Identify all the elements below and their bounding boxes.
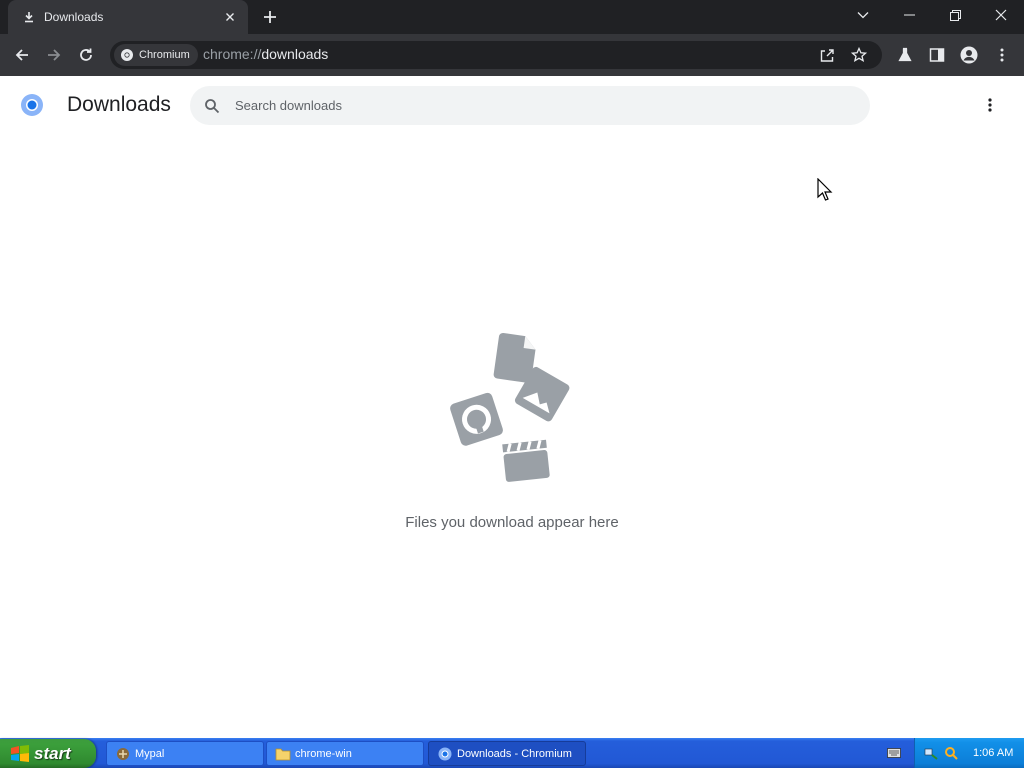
share-button[interactable] xyxy=(816,44,838,66)
restore-icon xyxy=(949,9,961,21)
bookmark-button[interactable] xyxy=(848,44,870,66)
side-panel-button[interactable] xyxy=(923,41,951,69)
kebab-menu-icon xyxy=(988,98,992,112)
task-downloads-chromium[interactable]: Downloads - Chromium xyxy=(428,741,586,766)
labs-flask-icon xyxy=(898,47,912,62)
forward-arrow-icon xyxy=(48,49,61,61)
chromium-logo-icon xyxy=(20,93,44,117)
labs-button[interactable] xyxy=(891,41,919,69)
app-icon xyxy=(450,392,503,446)
minimize-button[interactable] xyxy=(886,0,932,30)
mypal-icon xyxy=(115,746,131,762)
task-label: Mypal xyxy=(135,747,165,760)
mouse-cursor-icon xyxy=(817,178,833,201)
bookmark-star-icon xyxy=(851,47,867,63)
task-chrome-win[interactable]: chrome-win xyxy=(266,741,424,766)
keyboard-icon[interactable] xyxy=(886,745,902,761)
chromium-icon xyxy=(121,49,133,61)
share-icon xyxy=(820,49,834,62)
kebab-menu-icon xyxy=(1000,48,1004,62)
start-button[interactable]: start xyxy=(0,739,96,768)
tab-title: Downloads xyxy=(44,10,104,24)
back-arrow-icon xyxy=(15,49,28,61)
search-magnifier-icon[interactable] xyxy=(943,745,959,761)
tab-strip: Downloads xyxy=(0,0,1024,34)
video-clapper-icon xyxy=(502,439,550,482)
forward-button[interactable] xyxy=(40,41,68,69)
profile-icon xyxy=(960,46,978,64)
url-text[interactable]: chrome://downloads xyxy=(203,46,328,62)
new-tab-button[interactable] xyxy=(258,5,282,29)
close-icon xyxy=(995,9,1007,21)
search-input[interactable] xyxy=(235,98,835,113)
task-label: Downloads - Chromium xyxy=(457,747,572,760)
search-icon xyxy=(205,98,220,113)
side-panel-icon xyxy=(929,48,945,62)
browser-menu-button[interactable] xyxy=(988,41,1016,69)
system-tray: 1:06 AM xyxy=(914,738,1024,768)
download-icon xyxy=(22,10,36,24)
restore-button[interactable] xyxy=(932,0,978,30)
start-label: start xyxy=(34,743,71,763)
site-chip-label: Chromium xyxy=(139,49,190,61)
reload-button[interactable] xyxy=(72,41,100,69)
plus-icon xyxy=(264,11,276,23)
url-host: downloads xyxy=(261,46,329,62)
page-title: Downloads xyxy=(67,93,171,116)
back-button[interactable] xyxy=(8,41,36,69)
profile-button[interactable] xyxy=(955,41,983,69)
empty-downloads-illustration xyxy=(450,333,570,482)
close-window-button[interactable] xyxy=(978,0,1024,30)
tab-downloads[interactable]: Downloads xyxy=(8,0,248,34)
windows-flag-icon xyxy=(11,744,29,762)
tab-close-icon[interactable] xyxy=(222,9,238,25)
chromium-icon xyxy=(437,746,453,762)
empty-state-message: Files you download appear here xyxy=(405,514,619,531)
tab-search-button[interactable] xyxy=(840,0,886,30)
reload-icon xyxy=(80,48,92,61)
search-box[interactable] xyxy=(190,86,870,125)
task-label: chrome-win xyxy=(295,747,352,760)
task-mypal[interactable]: Mypal xyxy=(106,741,264,766)
chevron-down-icon xyxy=(857,12,869,19)
network-icon[interactable] xyxy=(923,745,939,761)
minimize-icon xyxy=(903,14,915,16)
url-scheme: chrome:// xyxy=(203,46,262,62)
site-info-chip[interactable]: Chromium xyxy=(114,44,198,66)
clock: 1:06 AM xyxy=(973,747,1014,759)
folder-icon xyxy=(275,746,291,762)
page-menu-button[interactable] xyxy=(978,93,1002,117)
